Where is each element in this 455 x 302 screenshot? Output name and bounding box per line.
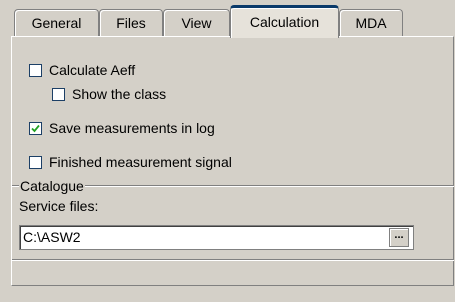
- calculate-aeff-checkbox[interactable]: [29, 63, 42, 77]
- panel-left-edge: [11, 38, 12, 268]
- service-files-label: Service files:: [19, 198, 99, 214]
- service-files-value: C:\ASW2: [23, 229, 81, 245]
- save-measurements-label: Save measurements in log: [49, 120, 215, 136]
- catalogue-legend: Catalogue: [19, 178, 85, 194]
- show-class-label: Show the class: [72, 86, 167, 102]
- browse-button[interactable]: ...: [389, 228, 409, 247]
- save-measurements-checkbox[interactable]: [29, 121, 42, 135]
- calculate-aeff-label: Calculate Aeff: [49, 62, 136, 78]
- finished-signal-checkbox[interactable]: [29, 155, 42, 169]
- tab-calculation[interactable]: Calculation: [230, 5, 339, 38]
- show-class-option[interactable]: Show the class: [52, 84, 166, 104]
- tab-mda[interactable]: MDA: [339, 9, 403, 36]
- finished-signal-label: Finished measurement signal: [49, 154, 232, 170]
- show-class-checkbox[interactable]: [52, 87, 65, 101]
- tab-view[interactable]: View: [163, 9, 230, 36]
- checkmark-icon: [31, 124, 40, 132]
- tab-files[interactable]: Files: [99, 9, 163, 36]
- service-files-input[interactable]: C:\ASW2 ...: [19, 225, 414, 250]
- finished-signal-option[interactable]: Finished measurement signal: [29, 152, 232, 172]
- calculate-aeff-option[interactable]: Calculate Aeff: [29, 60, 135, 80]
- tab-general[interactable]: General: [14, 9, 99, 36]
- save-measurements-option[interactable]: Save measurements in log: [29, 118, 215, 138]
- bottom-divider: [12, 259, 454, 261]
- tab-strip: General Files View Calculation MDA: [0, 0, 455, 38]
